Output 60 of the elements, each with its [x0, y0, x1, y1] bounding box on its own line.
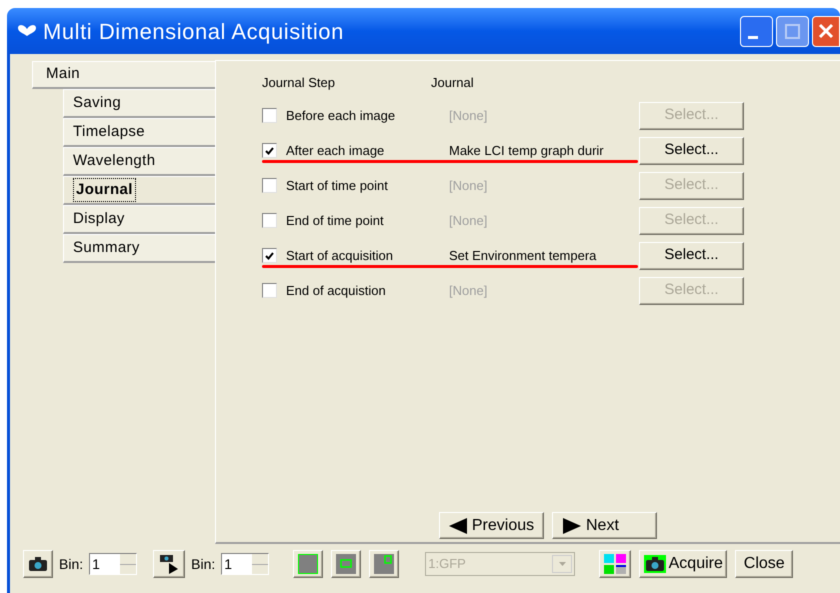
tab[interactable]: Wavelength [63, 147, 215, 176]
checkbox[interactable] [262, 283, 277, 298]
region-icon [374, 554, 394, 574]
bin-spinner[interactable]: 1 [221, 553, 270, 575]
select-button[interactable]: Select... [639, 136, 744, 164]
tab[interactable]: Display [63, 205, 215, 234]
region-button[interactable] [293, 550, 324, 578]
stream-button[interactable] [153, 550, 186, 578]
right-triangle-icon [563, 518, 581, 534]
camera-button[interactable] [23, 550, 53, 578]
film-play-icon [159, 554, 180, 574]
tab[interactable]: Summary [63, 234, 215, 263]
select-button[interactable]: Select... [639, 242, 744, 270]
bin-label: Bin: [191, 554, 216, 574]
step-label: After each image [286, 142, 386, 160]
checkbox[interactable] [262, 143, 277, 158]
checkbox[interactable] [262, 213, 277, 228]
bin-spinner[interactable]: 1 [89, 553, 138, 575]
step-label: End of time point [286, 212, 385, 230]
dropdown-arrow-icon [558, 562, 566, 566]
camera-icon [644, 555, 666, 573]
color-layout-button[interactable] [599, 550, 632, 578]
tab[interactable]: Main [32, 61, 215, 89]
acquire-button[interactable]: Acquire [639, 550, 728, 578]
journal-name: [None] [449, 212, 488, 230]
checkmark-icon [265, 146, 274, 154]
color-grid-icon [604, 554, 626, 574]
step-label: End of acquistion [286, 282, 387, 300]
journal-name: [None] [449, 106, 488, 125]
tab[interactable]: Saving [63, 89, 215, 118]
region-icon [336, 554, 356, 574]
region-icon [298, 554, 318, 574]
camera-icon [29, 557, 47, 571]
checkmark-icon [265, 252, 274, 260]
close-icon [818, 23, 834, 39]
region-button[interactable] [369, 550, 400, 578]
step-label: Start of acquisition [286, 246, 394, 265]
bin-label: Bin: [59, 554, 84, 574]
close-button[interactable] [812, 16, 840, 46]
step-label: Before each image [286, 106, 396, 125]
checkbox[interactable] [262, 178, 277, 193]
tab[interactable]: Journal [63, 176, 215, 205]
checkbox[interactable] [262, 248, 277, 263]
tab[interactable]: Timelapse [63, 118, 215, 147]
previous-button[interactable]: Previous [439, 512, 544, 539]
column-header: Journal [431, 74, 474, 92]
journal-name: [None] [449, 282, 488, 300]
minimize-button[interactable] [740, 16, 773, 46]
step-label: Start of time point [286, 176, 389, 195]
left-triangle-icon [448, 518, 467, 534]
maximize-button[interactable] [776, 16, 809, 46]
column-header: Journal Step [262, 74, 336, 92]
journal-name: Set Environment tempera [449, 246, 598, 265]
checkbox[interactable] [262, 108, 277, 123]
region-button[interactable] [331, 550, 362, 578]
journal-name: Make LCI temp graph durir [449, 142, 605, 160]
window-title: Multi Dimensional Acquisition [43, 18, 345, 46]
journal-name: [None] [449, 176, 488, 195]
close-dialog-button[interactable]: Close [735, 550, 794, 578]
next-button[interactable]: Next [552, 512, 657, 539]
